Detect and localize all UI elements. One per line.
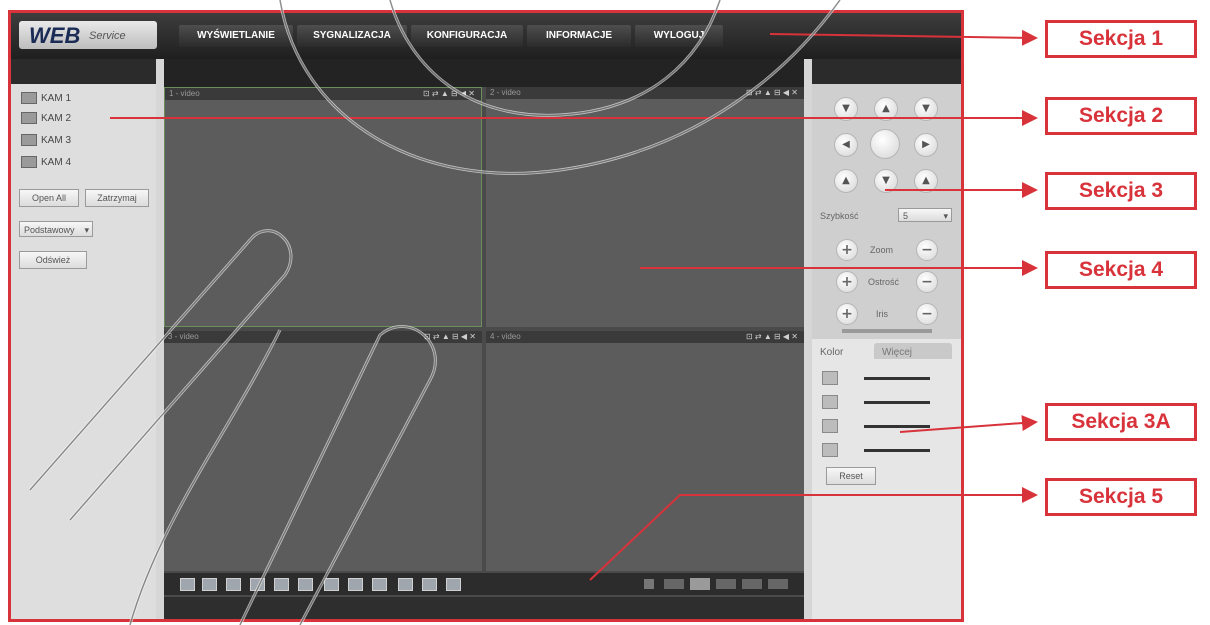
callout-sekcja-1: Sekcja 1: [1045, 20, 1197, 58]
callout-sekcja-3: Sekcja 3: [1045, 172, 1197, 210]
arrow-sekcja-3a: [899, 415, 1038, 433]
callout-sekcja-3a: Sekcja 3A: [1045, 403, 1197, 441]
arrow-sekcja-1: [769, 29, 1038, 46]
arrow-sekcja-5: [589, 487, 1038, 581]
annotation-arrows: [110, 29, 1038, 581]
callout-sekcja-5: Sekcja 5: [1045, 478, 1197, 516]
callout-sekcja-4: Sekcja 4: [1045, 251, 1197, 289]
callout-sekcja-2: Sekcja 2: [1045, 97, 1197, 135]
